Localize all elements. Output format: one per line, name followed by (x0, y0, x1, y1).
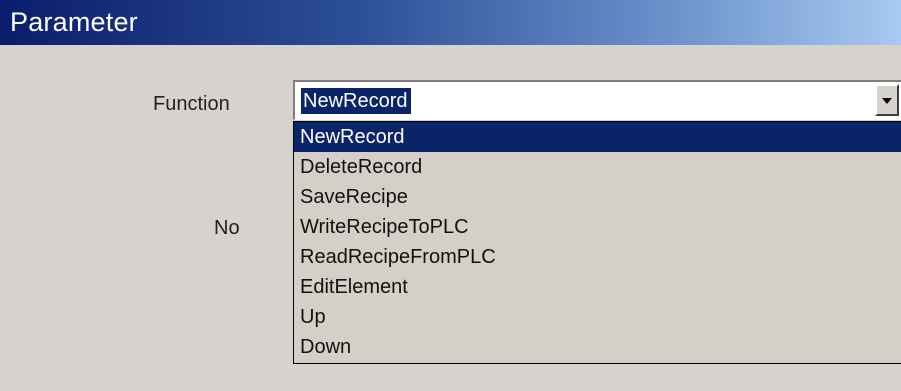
function-label: Function (153, 93, 230, 115)
window-title: Parameter (10, 7, 138, 37)
option-write-recipe-to-plc[interactable]: WriteRecipeToPLC (294, 212, 901, 242)
function-select[interactable]: NewRecord (293, 80, 901, 120)
option-save-recipe[interactable]: SaveRecipe (294, 182, 901, 212)
function-select-value[interactable]: NewRecord (301, 88, 412, 114)
option-up[interactable]: Up (294, 302, 901, 332)
option-read-recipe-from-plc[interactable]: ReadRecipeFromPLC (294, 242, 901, 272)
dropdown-button[interactable] (875, 84, 899, 116)
option-edit-element[interactable]: EditElement (294, 272, 901, 302)
parameter-dialog: Parameter Function NewRecord No NewRecor… (0, 0, 901, 391)
option-down[interactable]: Down (294, 332, 901, 362)
no-label: No (214, 217, 240, 239)
option-new-record[interactable]: NewRecord (294, 122, 901, 152)
chevron-down-icon (882, 98, 892, 104)
title-bar[interactable]: Parameter (0, 0, 901, 45)
option-delete-record[interactable]: DeleteRecord (294, 152, 901, 182)
function-dropdown-list[interactable]: NewRecord DeleteRecord SaveRecipe WriteR… (293, 121, 901, 364)
